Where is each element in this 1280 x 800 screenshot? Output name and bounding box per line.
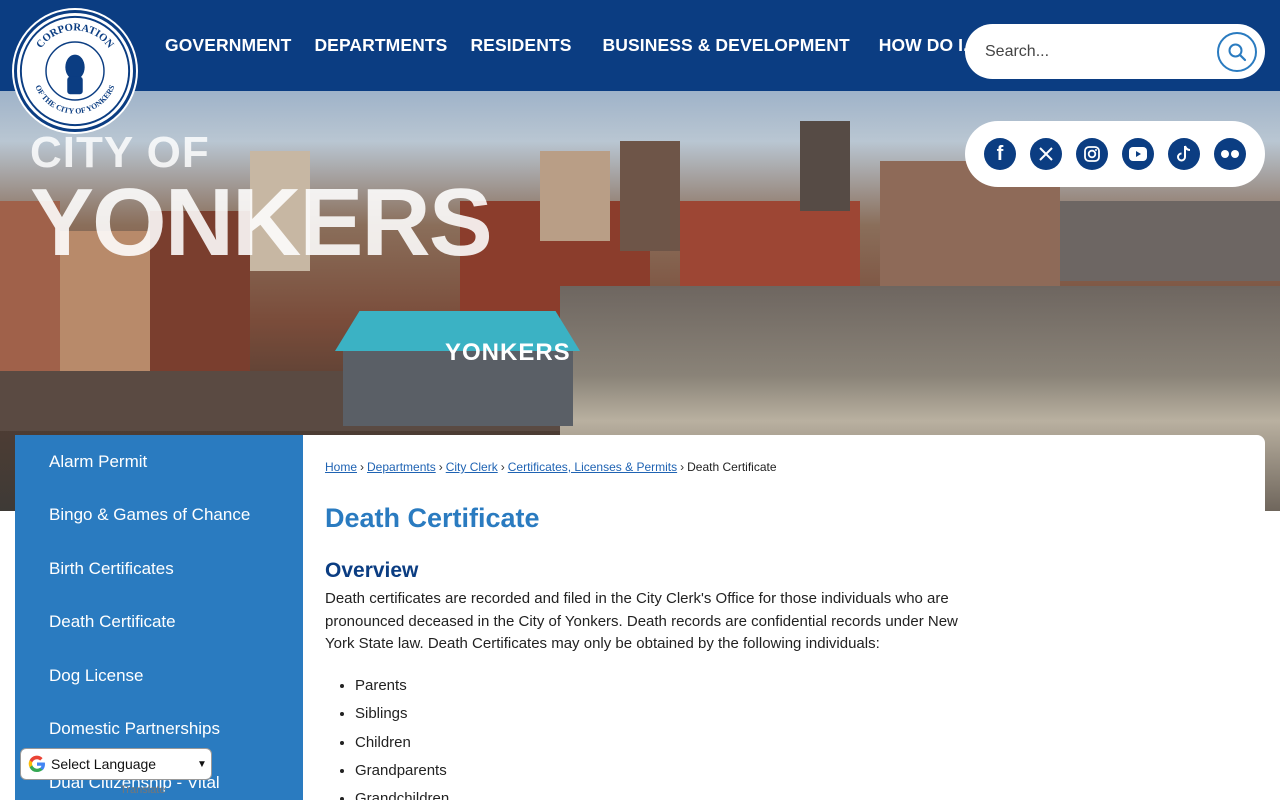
instagram-icon[interactable] — [1076, 138, 1108, 170]
flickr-icon[interactable] — [1214, 138, 1246, 170]
list-item: Grandparents — [355, 760, 449, 788]
search-button[interactable] — [1217, 32, 1257, 72]
overview-paragraph: Death certificates are recorded and file… — [325, 590, 958, 652]
sidebar-item-domestic-partnerships[interactable]: Domestic Partnerships — [49, 719, 220, 739]
list-item: Grandchildren — [355, 788, 449, 800]
search-box — [965, 24, 1265, 79]
main-nav: GOVERNMENT DEPARTMENTS RESIDENTS BUSINES… — [165, 0, 1001, 91]
google-icon — [28, 755, 45, 773]
city-wordmark: CITY OF YONKERS — [30, 131, 493, 276]
chevron-down-icon: ▼ — [197, 758, 207, 770]
nav-departments[interactable]: DEPARTMENTS — [314, 35, 447, 56]
main-content: Home › Departments › City Clerk › Certificates… — [303, 435, 1265, 800]
overview-heading: Overview — [325, 559, 419, 582]
breadcrumb-separator: › — [500, 460, 505, 474]
city-seal-logo[interactable]: CORPORATION OF THE CITY OF YONKERS — [14, 10, 136, 132]
nav-residents[interactable]: RESIDENTS — [470, 35, 571, 56]
sidebar-item-birth-certificates[interactable]: Birth Certificates — [49, 559, 174, 579]
translate-powered-by: Translate — [120, 784, 166, 796]
breadcrumb-certificates[interactable]: Certificates, Licenses & Permits — [508, 460, 677, 474]
facebook-icon[interactable]: f — [984, 138, 1016, 170]
nav-business-development[interactable]: BUSINESS & DEVELOPMENT — [603, 35, 850, 56]
sidebar-item-death-certificate[interactable]: Death Certificate — [49, 612, 176, 632]
pier-building: YONKERS — [335, 311, 580, 431]
nav-government[interactable]: GOVERNMENT — [165, 35, 291, 56]
sidebar-nav: Alarm Permit Bingo & Games of Chance Bir… — [15, 435, 303, 800]
breadcrumb-city-clerk[interactable]: City Clerk — [446, 460, 498, 474]
breadcrumb-departments[interactable]: Departments — [367, 460, 436, 474]
wordmark-yonkers: YONKERS — [30, 169, 493, 276]
breadcrumb-separator: › — [680, 460, 685, 474]
tiktok-icon[interactable] — [1168, 138, 1200, 170]
breadcrumb: Home › Departments › City Clerk › Certificates… — [325, 460, 777, 474]
breadcrumb-separator: › — [360, 460, 365, 474]
list-item: Siblings — [355, 703, 449, 731]
breadcrumb-home[interactable]: Home — [325, 460, 357, 474]
list-item: Parents — [355, 675, 449, 703]
header-bar: GOVERNMENT DEPARTMENTS RESIDENTS BUSINES… — [0, 0, 1280, 91]
eligible-list: Parents Siblings Children Grandparents G… — [355, 675, 449, 800]
breadcrumb-separator: › — [438, 460, 443, 474]
search-icon — [1228, 43, 1247, 62]
list-item: Children — [355, 732, 449, 760]
sidebar-item-bingo[interactable]: Bingo & Games of Chance — [49, 505, 250, 525]
language-select-label: Select Language — [51, 756, 157, 772]
language-select[interactable]: Select Language ▼ — [20, 748, 212, 780]
youtube-icon[interactable] — [1122, 138, 1154, 170]
x-twitter-icon[interactable] — [1030, 138, 1062, 170]
social-links: f — [965, 121, 1265, 187]
sidebar-item-dog-license[interactable]: Dog License — [49, 666, 144, 686]
nav-how-do-i[interactable]: HOW DO I... — [879, 35, 978, 56]
breadcrumb-current: Death Certificate — [687, 460, 777, 474]
seal-icon: CORPORATION OF THE CITY OF YONKERS — [19, 15, 131, 127]
sidebar-item-alarm-permit[interactable]: Alarm Permit — [49, 452, 147, 472]
page-title: Death Certificate — [325, 503, 540, 533]
pier-sign: YONKERS — [445, 339, 571, 366]
search-input[interactable] — [985, 36, 1205, 67]
